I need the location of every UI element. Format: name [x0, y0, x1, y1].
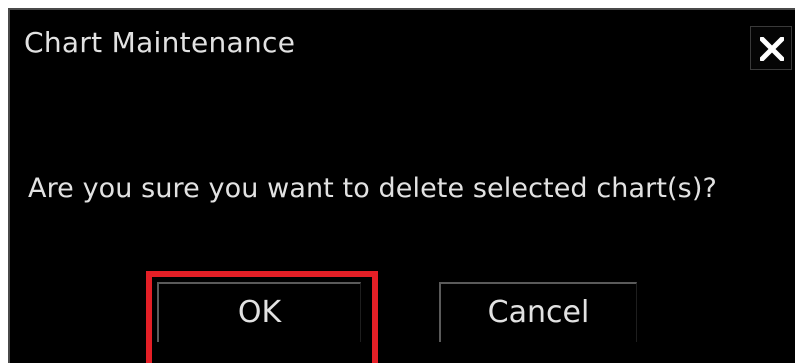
- ok-button[interactable]: OK: [157, 282, 361, 342]
- close-icon: [760, 37, 784, 61]
- chart-maintenance-dialog: Chart Maintenance Are you sure you want …: [8, 8, 795, 363]
- dialog-title: Chart Maintenance: [24, 26, 296, 59]
- cancel-button[interactable]: Cancel: [439, 282, 637, 342]
- close-button[interactable]: [750, 26, 792, 70]
- confirmation-message: Are you sure you want to delete selected…: [28, 173, 717, 204]
